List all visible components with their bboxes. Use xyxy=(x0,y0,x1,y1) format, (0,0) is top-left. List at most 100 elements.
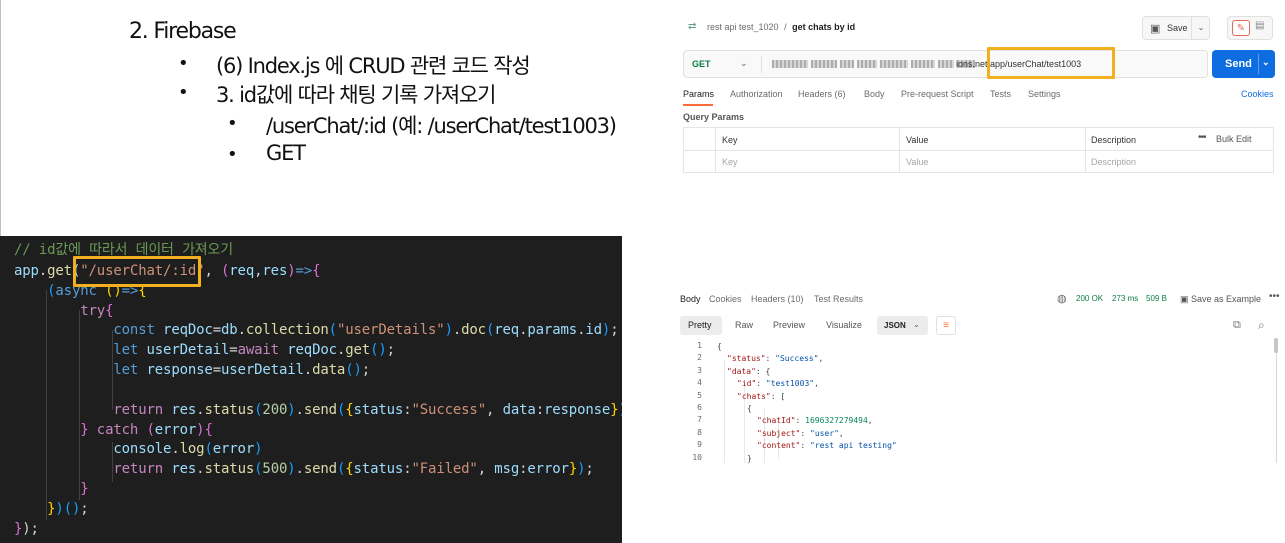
bullet-marker: • xyxy=(227,144,238,165)
divider xyxy=(684,150,1273,151)
tab-test-results[interactable]: Test Results xyxy=(814,294,863,304)
redacted-url-host xyxy=(772,60,975,68)
chevron-down-icon: ⌄ xyxy=(913,320,920,329)
active-tab-indicator xyxy=(683,104,713,106)
json-line: "chatId": 1696327279494, xyxy=(757,416,873,426)
copy-icon[interactable]: ⧉ xyxy=(1233,319,1241,332)
cookies-link[interactable]: Cookies xyxy=(1241,89,1274,99)
json-line: } xyxy=(747,453,752,463)
json-line: "content": "rest api testing" xyxy=(757,441,897,451)
response-time: 273 ms xyxy=(1112,294,1139,303)
save-as-example-button[interactable]: ▣ Save as Example xyxy=(1180,294,1261,305)
format-select[interactable]: JSON ⌄ xyxy=(877,316,928,335)
format-pretty[interactable]: Pretty xyxy=(680,316,722,335)
param-key-input[interactable]: Key xyxy=(722,157,738,167)
scrollbar-thumb[interactable] xyxy=(1274,338,1278,353)
send-button[interactable]: Send ⌄ xyxy=(1212,50,1275,78)
tab-response-body[interactable]: Body xyxy=(680,294,701,304)
json-line-number: 4 xyxy=(697,378,702,388)
tab-headers[interactable]: Headers (6) xyxy=(798,89,846,99)
tab-tests[interactable]: Tests xyxy=(990,89,1011,99)
slide-outline: 2. Firebase • (6) Index.js 에 CRUD 관련 코드 … xyxy=(0,0,660,230)
bullet-marker: • xyxy=(178,82,189,103)
wrap-lines-icon[interactable]: ≡ xyxy=(936,316,956,335)
code-line: })(); xyxy=(47,501,89,517)
indent-guide xyxy=(724,359,725,463)
code-line: return res.status(500).send({status:"Fai… xyxy=(113,461,594,477)
breadcrumb-collection[interactable]: rest api test_1020 xyxy=(707,22,779,32)
tab-params[interactable]: Params xyxy=(683,89,714,99)
code-line: let userDetail=await reqDoc.get(); xyxy=(113,342,395,358)
json-line: "data": { xyxy=(727,366,771,376)
postman-request-panel: ⇄ rest api test_1020 / get chats by id ▣… xyxy=(676,0,1285,290)
route-highlight-box xyxy=(73,256,201,287)
tab-response-cookies[interactable]: Cookies xyxy=(709,294,742,304)
save-button[interactable]: ▣ Save ⌄ xyxy=(1142,16,1210,40)
search-icon[interactable]: ⌕ xyxy=(1258,318,1265,333)
more-options-icon[interactable]: ••• xyxy=(1269,291,1280,302)
json-line-number: 1 xyxy=(697,341,702,350)
format-preview[interactable]: Preview xyxy=(773,320,805,340)
save-as-example-label: Save as Example xyxy=(1191,294,1262,304)
bullet-marker: • xyxy=(227,113,238,134)
json-line-number: 8 xyxy=(697,427,702,437)
code-line: let response=userDetail.data(); xyxy=(113,362,371,378)
format-visualize[interactable]: Visualize xyxy=(826,320,862,340)
request-name[interactable]: get chats by id xyxy=(792,22,855,32)
breadcrumb-separator: / xyxy=(784,22,787,32)
json-line: "status": "Success", xyxy=(727,354,824,364)
code-editor-screenshot: // id값에 따라서 데이터 가져오기 app.get("/userChat/… xyxy=(0,236,622,543)
more-options-icon[interactable]: ••• xyxy=(1198,132,1206,143)
tab-response-headers[interactable]: Headers (10) xyxy=(751,294,804,304)
json-line: "chats": [ xyxy=(737,391,786,401)
http-request-icon: ⇄ xyxy=(688,21,697,32)
outline-item-get-chats: 3. id값에 따라 채팅 기록 가져오기 xyxy=(216,83,496,107)
tab-pre-request-script[interactable]: Pre-request Script xyxy=(901,89,974,99)
url-bar[interactable]: GET ⌄ ions.net/app/userChat/test1003 xyxy=(683,50,1208,78)
divider xyxy=(761,56,762,73)
code-line: console.log(error) xyxy=(113,441,263,457)
query-params-label: Query Params xyxy=(683,112,745,122)
postman-response-panel: Body Cookies Headers (10) Test Results ◍… xyxy=(680,285,1285,467)
param-description-input[interactable]: Description xyxy=(1091,157,1136,167)
save-icon: ▣ xyxy=(1150,23,1161,35)
bullet-marker: • xyxy=(178,53,189,74)
chevron-down-icon[interactable]: ⌄ xyxy=(1262,57,1270,68)
response-size: 509 B xyxy=(1146,294,1167,303)
send-label: Send xyxy=(1225,58,1252,70)
format-raw[interactable]: Raw xyxy=(735,320,753,340)
bulk-edit-link[interactable]: Bulk Edit xyxy=(1216,134,1252,144)
method-select[interactable]: GET xyxy=(692,59,711,69)
url-highlight-box xyxy=(987,47,1115,79)
json-line-number: 3 xyxy=(697,365,702,375)
column-header-value: Value xyxy=(906,135,929,145)
param-value-input[interactable]: Value xyxy=(906,157,928,167)
outline-subitem-route: /userChat/:id (예: /userChat/test1003) xyxy=(266,114,617,138)
globe-icon[interactable]: ◍ xyxy=(1057,292,1067,305)
code-line: } xyxy=(80,481,89,497)
save-label: Save xyxy=(1167,23,1188,33)
column-header-key: Key xyxy=(722,135,738,145)
edit-toggle[interactable]: ✎ ▤ xyxy=(1227,16,1273,40)
tab-body[interactable]: Body xyxy=(864,89,885,99)
json-line-number: 10 xyxy=(692,452,702,462)
status-code: 200 OK xyxy=(1076,294,1104,303)
json-line-number: 7 xyxy=(697,415,702,425)
json-line-number: 5 xyxy=(697,390,702,400)
comment-icon[interactable]: ▤ xyxy=(1255,20,1264,31)
json-line: "subject": "user", xyxy=(757,428,844,438)
json-line-number: 9 xyxy=(697,440,702,450)
code-line: } catch (error){ xyxy=(80,422,213,438)
params-table: Key Value Description ••• Bulk Edit Key … xyxy=(683,127,1274,173)
format-select-value: JSON xyxy=(884,321,906,330)
tab-authorization[interactable]: Authorization xyxy=(730,89,783,99)
pencil-icon[interactable]: ✎ xyxy=(1232,20,1250,36)
json-line: { xyxy=(717,342,722,351)
json-line: "id": "test1003", xyxy=(737,379,819,389)
chevron-down-icon[interactable]: ⌄ xyxy=(1191,17,1210,39)
tab-settings[interactable]: Settings xyxy=(1028,89,1061,99)
json-line: { xyxy=(747,404,752,413)
scrollbar-track[interactable] xyxy=(1276,338,1277,463)
json-line-number: 2 xyxy=(697,353,702,363)
chevron-down-icon[interactable]: ⌄ xyxy=(740,58,748,69)
